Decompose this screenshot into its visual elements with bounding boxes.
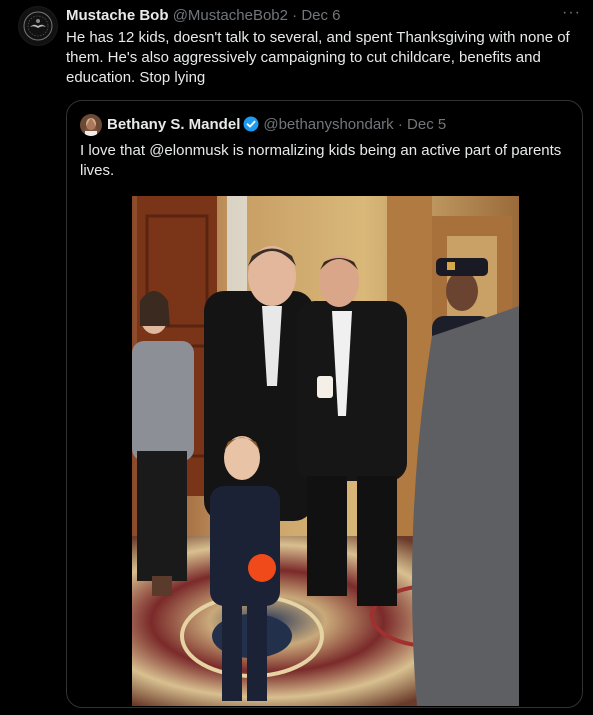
mustache-logo-icon [19, 7, 57, 45]
quoted-author-handle[interactable]: @bethanyshondark [263, 116, 393, 133]
more-options-button[interactable]: ··· [562, 4, 581, 22]
quoted-author-avatar[interactable] [80, 114, 102, 136]
quoted-tweet-date[interactable]: Dec 5 [407, 116, 446, 133]
author-handle[interactable]: @MustacheBob2 [173, 7, 288, 24]
more-horizontal-icon: ··· [562, 4, 581, 21]
hallway-photo-image [132, 196, 519, 706]
author-avatar[interactable] [18, 6, 58, 46]
quoted-tweet-text: I love that @elonmusk is normalizing kid… [80, 142, 562, 179]
quoted-tweet-header: Bethany S. Mandel @bethanyshondark · Dec … [107, 116, 446, 137]
quoted-tweet[interactable]: Bethany S. Mandel @bethanyshondark · Dec … [66, 100, 583, 708]
tweet-date[interactable]: Dec 6 [301, 7, 340, 24]
profile-photo-icon [80, 114, 102, 136]
verified-badge-icon [243, 116, 259, 137]
header-separator: · [292, 7, 298, 24]
tweet[interactable]: Mustache Bob @MustacheBob2 · Dec 6 ··· H… [0, 0, 593, 715]
tweet-text: He has 12 kids, doesn't talk to several,… [66, 29, 570, 86]
quoted-tweet-photo[interactable] [132, 196, 519, 706]
author-name[interactable]: Mustache Bob [66, 7, 169, 24]
quoted-author-name[interactable]: Bethany S. Mandel [107, 116, 240, 133]
tweet-header: Mustache Bob @MustacheBob2 · Dec 6 [66, 7, 341, 25]
quoted-header-separator: · [397, 116, 403, 133]
